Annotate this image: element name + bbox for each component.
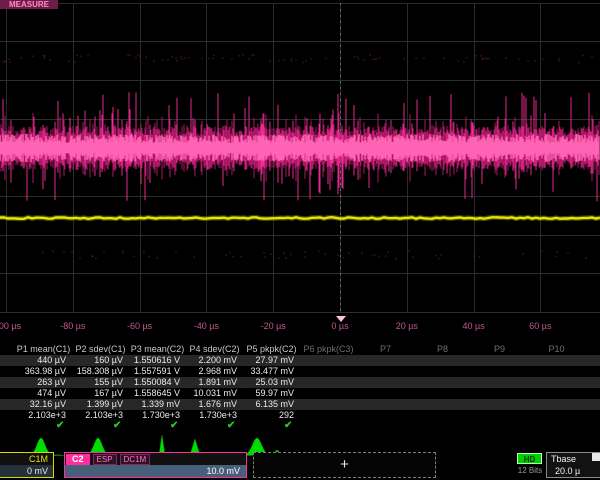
param-status-check-icon: ✔	[113, 420, 121, 432]
param-value: 155 µV	[74, 377, 123, 388]
param-value: 33.477 mV	[245, 366, 294, 377]
time-axis-label: -60 µs	[127, 321, 152, 331]
c1-trace	[0, 217, 600, 219]
param-value: 2.968 mV	[188, 366, 237, 377]
param-value: 167 µV	[74, 388, 123, 399]
param-value: 1.557591 V	[131, 366, 180, 377]
param-value: 1.676 mV	[188, 399, 237, 410]
param-header-p6[interactable]: P6 pkpk(C3)	[300, 344, 357, 355]
param-header-p7[interactable]: P7	[357, 344, 414, 355]
c2-scale-value: 10.0 mV	[65, 465, 246, 477]
param-value: 263 µV	[17, 377, 66, 388]
param-header-p10[interactable]: P10	[528, 344, 585, 355]
param-value: 32.16 µV	[17, 399, 66, 410]
oscilloscope-screen: MEASURE -100 µs -80 µs -60 µs -40 µs -20 µs 0…	[0, 0, 600, 480]
param-value: 59.97 mV	[245, 388, 294, 399]
hd-bits-label: 12 Bits	[511, 466, 549, 475]
c2-coupling-tag: DC1M	[120, 454, 151, 465]
param-header-p8[interactable]: P8	[414, 344, 471, 355]
tbase-value: 20.0 µ	[547, 465, 600, 477]
param-header-p2[interactable]: P2 sdev(C1)	[72, 344, 129, 355]
param-value: 440 µV	[17, 355, 66, 366]
param-header-p3[interactable]: P3 mean(C2)	[129, 344, 186, 355]
trigger-position-icon[interactable]	[336, 316, 346, 322]
channel-descriptor-c1[interactable]: C1M 0 mV	[0, 452, 54, 478]
time-axis-label: -40 µs	[194, 321, 219, 331]
param-status-check-icon: ✔	[284, 420, 292, 432]
param-value: 1.339 mV	[131, 399, 180, 410]
tbase-corner-fragment	[592, 453, 600, 461]
c1-scale-value: 0 mV	[0, 465, 53, 477]
c1-coupling-label: C1M	[0, 453, 53, 465]
param-value: 160 µV	[74, 355, 123, 366]
time-axis-label: 20 µs	[396, 321, 418, 331]
param-header-p1[interactable]: P1 mean(C1)	[15, 344, 72, 355]
time-axis-label: 60 µs	[529, 321, 551, 331]
param-status-check-icon: ✔	[170, 420, 178, 432]
param-value: 1.399 µV	[74, 399, 123, 410]
time-axis-label: -20 µs	[261, 321, 286, 331]
time-axis-label: 0 µs	[331, 321, 348, 331]
param-header-p4[interactable]: P4 sdev(C2)	[186, 344, 243, 355]
add-trace-button[interactable]: +	[253, 452, 436, 478]
param-value: 1.558645 V	[131, 388, 180, 399]
param-status-check-icon: ✔	[56, 420, 64, 432]
param-value: 1.891 mV	[188, 377, 237, 388]
param-value: 10.031 mV	[188, 388, 237, 399]
param-value: 158.308 µV	[74, 366, 123, 377]
param-value: 1.550616 V	[131, 355, 180, 366]
c2-esp-tag: ESP	[93, 454, 117, 465]
param-value: 6.135 mV	[245, 399, 294, 410]
time-axis-label: -100 µs	[0, 321, 21, 331]
c2-channel-badge: C2	[66, 454, 90, 465]
param-header-p9[interactable]: P9	[471, 344, 528, 355]
channel-descriptor-c2[interactable]: C2 ESP DC1M 10.0 mV	[64, 452, 247, 478]
param-value: 363.98 µV	[17, 366, 66, 377]
param-value: 25.03 mV	[245, 377, 294, 388]
param-value: 27.97 mV	[245, 355, 294, 366]
param-header-p5[interactable]: P5 pkpk(C2)	[243, 344, 300, 355]
cropped-top-label: MEASURE	[0, 0, 58, 9]
hd-mode-badge[interactable]: HD	[517, 453, 542, 464]
time-axis-label: 40 µs	[462, 321, 484, 331]
param-value: 2.200 mV	[188, 355, 237, 366]
time-axis-label: -80 µs	[60, 321, 85, 331]
param-value: 474 µV	[17, 388, 66, 399]
param-status-check-icon: ✔	[227, 420, 235, 432]
param-value: 1.550084 V	[131, 377, 180, 388]
